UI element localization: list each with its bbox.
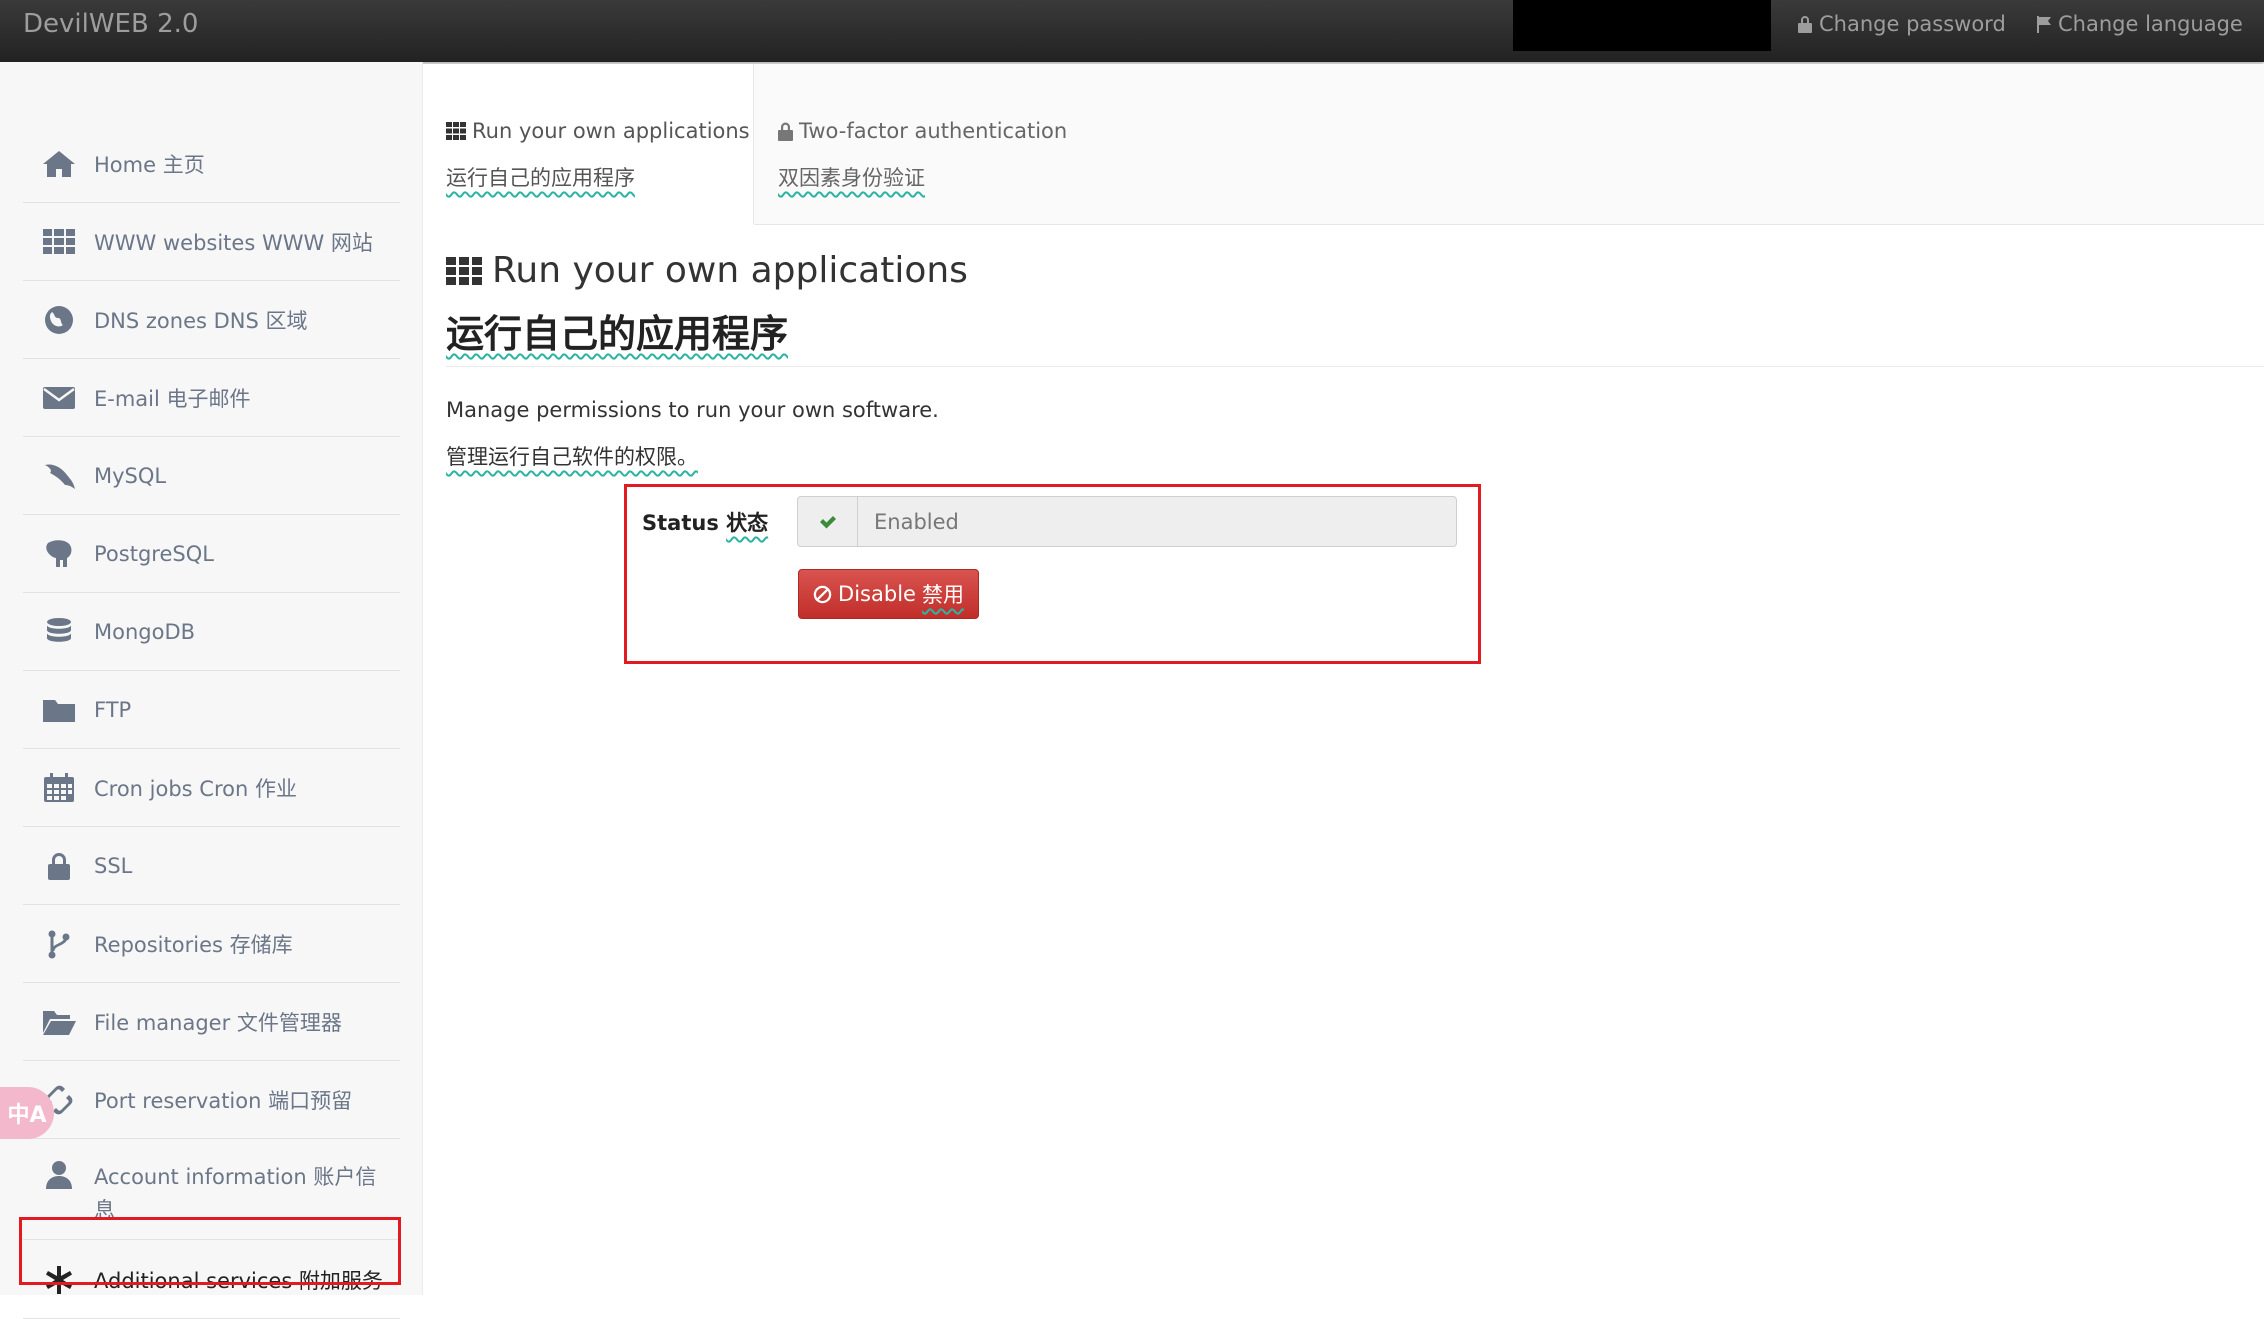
sidebar-item-www-websites[interactable]: WWW websites WWW 网站 <box>23 203 400 281</box>
sidebar-item-label: E-mail 电子邮件 <box>94 386 251 411</box>
sidebar-item-label: MySQL <box>94 463 167 488</box>
disable-button-label: Disable <box>838 582 916 606</box>
sidebar-item-ftp[interactable]: FTP <box>23 671 400 749</box>
elephant-icon <box>41 538 77 570</box>
brand-logo[interactable]: DevilWEB 2.0 <box>23 9 198 39</box>
sidebar-item-label: DNS zones DNS 区域 <box>94 308 308 333</box>
disable-button[interactable]: Disable 禁用 <box>798 569 979 619</box>
tab-two-factor-authentication[interactable]: Two-factor authentication 双因素身份验证 <box>778 64 1178 224</box>
sidebar-item-label: Port reservation 端口预留 <box>94 1088 353 1113</box>
sidebar-item-label: SSL <box>94 853 133 878</box>
check-icon <box>819 515 836 528</box>
envelope-icon <box>41 382 77 414</box>
sidebar-item-cron-jobs[interactable]: Cron jobs Cron 作业 <box>23 749 400 827</box>
tab-translation: 双因素身份验证 <box>778 166 925 190</box>
translate-badge[interactable]: 中A <box>0 1087 54 1139</box>
divider <box>446 366 2264 367</box>
status-field <box>797 496 1457 547</box>
description-translation: 管理运行自己软件的权限。 <box>446 445 698 469</box>
description: Manage permissions to run your own softw… <box>446 398 939 422</box>
sidebar-item-label: Repositories 存储库 <box>94 932 293 957</box>
sidebar: Home 主页 WWW websites WWW 网站 DNS zones DN… <box>0 62 423 1319</box>
sidebar-item-repositories[interactable]: Repositories 存储库 <box>23 905 400 983</box>
grid-icon <box>41 226 77 258</box>
tab-translation: 运行自己的应用程序 <box>446 166 635 190</box>
sidebar-item-label: Cron jobs Cron 作业 <box>94 776 297 801</box>
folder-icon <box>41 694 77 726</box>
change-language-label: Change language <box>2058 12 2243 36</box>
ban-icon <box>813 585 832 603</box>
status-label: Status 状态 <box>642 507 768 537</box>
grid-icon <box>446 122 466 140</box>
active-item-highlight <box>19 1217 401 1285</box>
sidebar-item-port-reservation[interactable]: Port reservation 端口预留 <box>23 1061 400 1139</box>
home-icon <box>41 148 77 180</box>
change-password-link[interactable]: Change password <box>1797 12 2006 36</box>
sidebar-item-home[interactable]: Home 主页 <box>23 125 400 203</box>
status-label-translation: 状态 <box>726 511 769 535</box>
sidebar-item-label: File manager 文件管理器 <box>94 1010 342 1035</box>
sidebar-item-file-manager[interactable]: File manager 文件管理器 <box>23 983 400 1061</box>
sidebar-item-mongodb[interactable]: MongoDB <box>23 593 400 671</box>
page-title: Run your own applications <box>492 250 968 291</box>
status-label-text: Status <box>642 511 719 535</box>
folder-open-icon <box>41 1006 77 1038</box>
branch-icon <box>41 928 77 960</box>
sidebar-item-postgresql[interactable]: PostgreSQL <box>23 515 400 593</box>
tab-run-your-own-applications[interactable]: Run your own applications 运行自己的应用程序 <box>423 64 754 224</box>
status-value <box>858 497 1456 546</box>
dolphin-icon <box>41 460 77 492</box>
lock-icon <box>1798 16 1812 33</box>
top-navbar: DevilWEB 2.0 Change password Change lang… <box>0 0 2264 62</box>
tab-label: Two-factor authentication <box>799 119 1068 143</box>
sidebar-item-label: Home 主页 <box>94 152 205 177</box>
sidebar-item-label: MongoDB <box>94 619 196 644</box>
user-icon <box>41 1159 77 1191</box>
lock-icon <box>41 850 77 882</box>
sidebar-item-label: PostgreSQL <box>94 541 214 566</box>
change-language-link[interactable]: Change language <box>2036 12 2243 36</box>
sidebar-item-email[interactable]: E-mail 电子邮件 <box>23 359 400 437</box>
disable-button-translation: 禁用 <box>921 583 964 607</box>
lock-icon <box>778 122 793 141</box>
sidebar-item-ssl[interactable]: SSL <box>23 827 400 905</box>
calendar-icon <box>41 772 77 804</box>
redacted-block <box>1513 0 1771 51</box>
flag-icon <box>2037 16 2051 33</box>
sidebar-item-dns-zones[interactable]: DNS zones DNS 区域 <box>23 281 400 359</box>
page-heading: Run your own applications 运行自己的应用程序 <box>446 250 968 358</box>
change-password-label: Change password <box>1819 12 2006 36</box>
sidebar-item-mysql[interactable]: MySQL <box>23 437 400 515</box>
status-addon <box>798 497 858 546</box>
grid-icon <box>446 256 482 285</box>
tab-label: Run your own applications <box>472 119 750 143</box>
globe-icon <box>41 304 77 336</box>
database-icon <box>41 616 77 648</box>
page-title-translation: 运行自己的应用程序 <box>446 312 789 356</box>
sidebar-item-label: FTP <box>94 697 132 722</box>
sidebar-item-label: WWW websites WWW 网站 <box>94 230 373 255</box>
